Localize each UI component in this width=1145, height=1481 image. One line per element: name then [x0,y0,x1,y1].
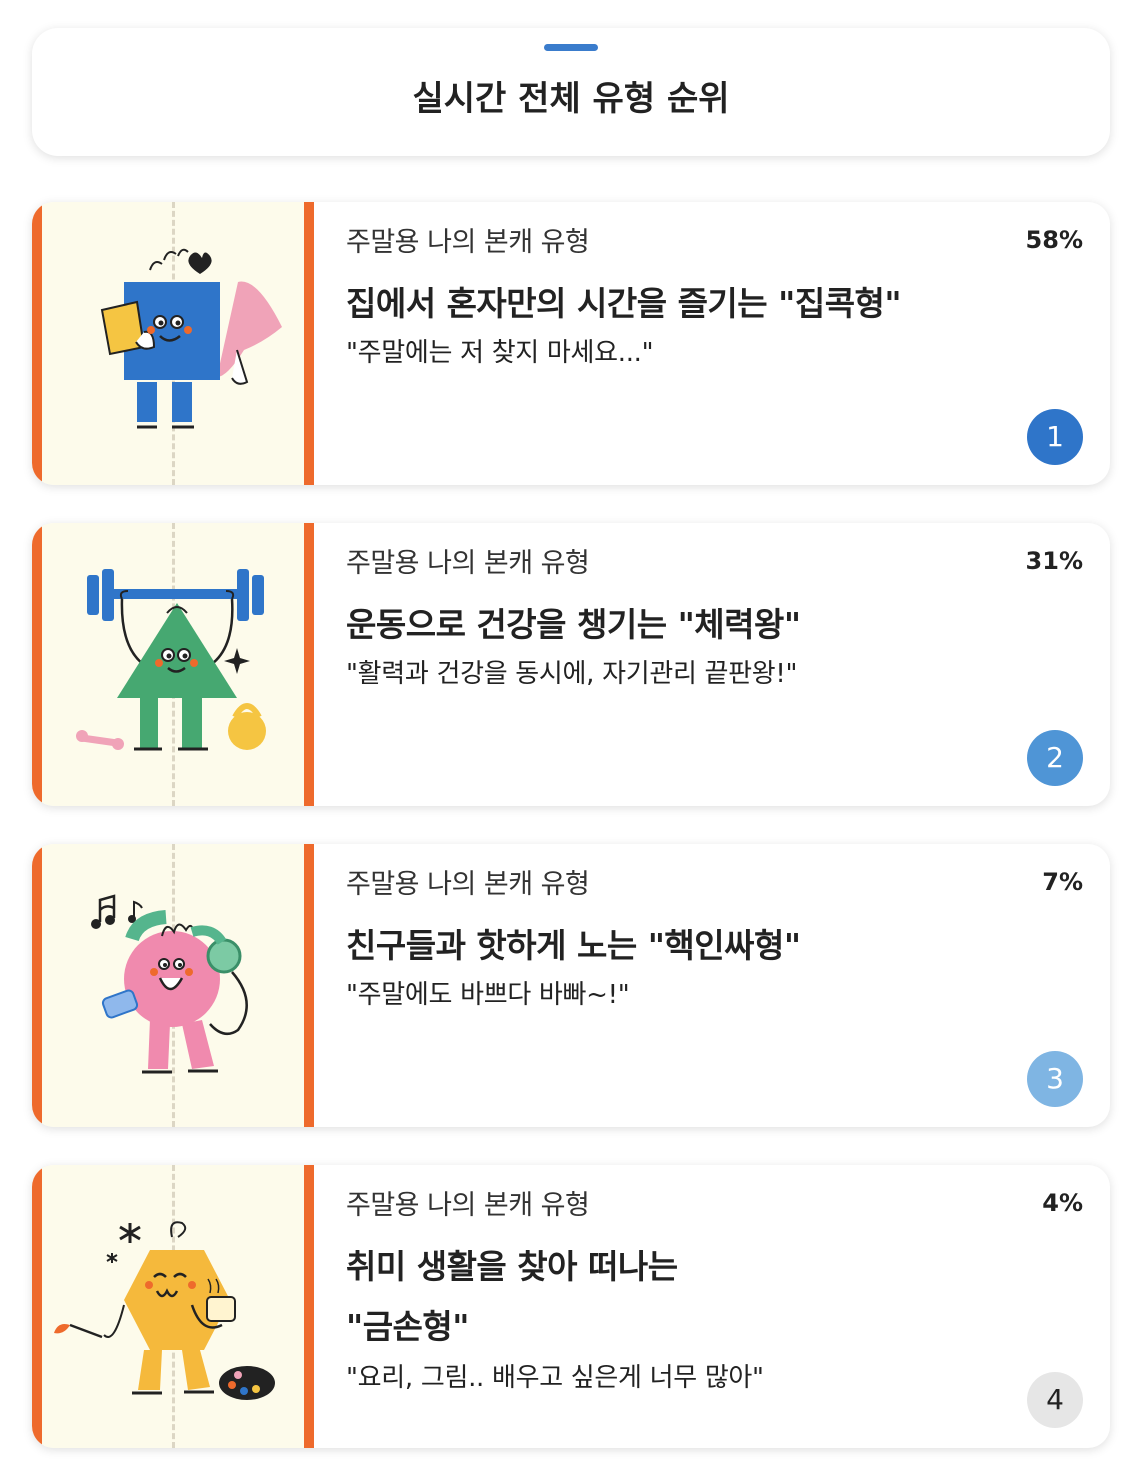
type-title: 집에서 혼자만의 시간을 즐기는 "집콕형" [346,284,902,323]
type-quote: "주말에도 바쁘다 바빠~!" [346,980,630,1010]
type-title: 취미 생활을 찾아 떠나는 "금손형" [346,1247,678,1346]
rank-badge: 1 [1027,409,1083,465]
rank-badge: 2 [1027,730,1083,786]
blue-square-character-icon [100,248,282,429]
vote-percentage: 4% [1042,1189,1083,1217]
vote-percentage: 7% [1042,868,1083,896]
card-subtitle: 주말용 나의 본캐 유형 [346,227,590,258]
type-title: 친구들과 핫하게 노는 "핵인싸형" [346,926,801,965]
card-subtitle: 주말용 나의 본캐 유형 [346,548,590,579]
type-quote: "활력과 건강을 동시에, 자기관리 끝판왕!" [346,659,798,689]
rank-card-content: 주말용 나의 본캐 유형 4% 취미 생활을 찾아 떠나는 "금손형" "요리,… [346,1165,1110,1448]
type-title: 운동으로 건강을 챙기는 "체력왕" [346,605,801,644]
rank-card-content: 주말용 나의 본캐 유형 7% 친구들과 핫하게 노는 "핵인싸형" "주말에도… [346,844,1110,1127]
type-quote: "주말에는 저 찾지 마세요..." [346,338,654,368]
type-quote: "요리, 그림.. 배우고 싶은게 너무 많아" [346,1363,764,1393]
green-triangle-character-icon [76,569,266,751]
ranking-header: 실시간 전체 유형 순위 [32,28,1110,156]
pink-circle-character-icon [91,894,248,1074]
card-subtitle: 주말용 나의 본캐 유형 [346,869,590,900]
rank-card-content: 주말용 나의 본캐 유형 58% 집에서 혼자만의 시간을 즐기는 "집콕형" … [346,202,1110,485]
yellow-hexagon-character-icon [54,1221,275,1400]
vote-percentage: 31% [1025,547,1083,575]
character-illustration [32,202,314,485]
drag-handle[interactable] [544,44,598,51]
vote-percentage: 58% [1025,226,1083,254]
character-illustration [32,844,314,1127]
page-title: 실시간 전체 유형 순위 [412,79,730,119]
rank-badge: 3 [1027,1051,1083,1107]
rank-badge: 4 [1027,1372,1083,1428]
rank-card-1[interactable]: 주말용 나의 본캐 유형 58% 집에서 혼자만의 시간을 즐기는 "집콕형" … [32,202,1110,485]
rank-card-content: 주말용 나의 본캐 유형 31% 운동으로 건강을 챙기는 "체력왕" "활력과… [346,523,1110,806]
rank-card-4[interactable]: 주말용 나의 본캐 유형 4% 취미 생활을 찾아 떠나는 "금손형" "요리,… [32,1165,1110,1448]
character-illustration [32,1165,314,1448]
character-illustration [32,523,314,806]
rank-card-3[interactable]: 주말용 나의 본캐 유형 7% 친구들과 핫하게 노는 "핵인싸형" "주말에도… [32,844,1110,1127]
card-subtitle: 주말용 나의 본캐 유형 [346,1190,590,1221]
rank-card-2[interactable]: 주말용 나의 본캐 유형 31% 운동으로 건강을 챙기는 "체력왕" "활력과… [32,523,1110,806]
ranking-page: 실시간 전체 유형 순위 주말용 나의 본캐 유형 58% 집에서 혼자만의 시… [0,0,1145,1481]
